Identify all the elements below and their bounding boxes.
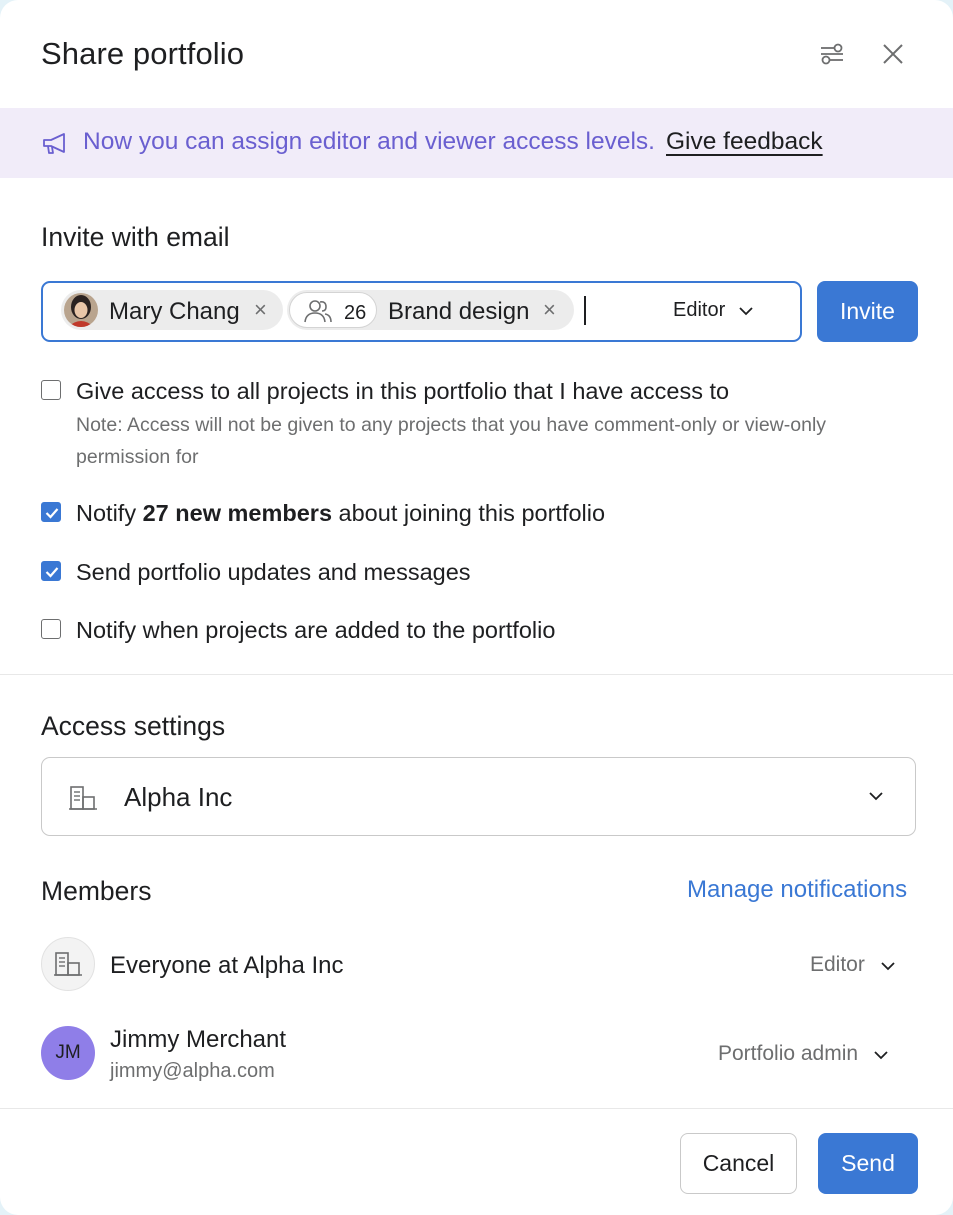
members-section-title: Members: [41, 876, 152, 906]
member-role-dropdown[interactable]: Editor: [810, 953, 895, 977]
member-email: jimmy@alpha.com: [110, 1060, 275, 1082]
sliders-icon[interactable]: [816, 38, 848, 70]
member-name: Everyone at Alpha Inc: [110, 952, 344, 979]
megaphone-icon: [42, 132, 70, 161]
access-value: Alpha Inc: [124, 782, 233, 812]
invite-section-title: Invite with email: [41, 222, 230, 252]
role-value: Editor: [673, 299, 726, 321]
option-label: Give access to all projects in this port…: [76, 378, 730, 404]
option-label: Send portfolio updates and messages: [76, 559, 471, 585]
member-role-value: Portfolio admin: [718, 1042, 859, 1065]
remove-token-icon[interactable]: ×: [543, 297, 556, 323]
role-dropdown[interactable]: Editor: [673, 299, 753, 322]
send-updates-checkbox[interactable]: [41, 561, 61, 581]
token-label: Mary Chang: [109, 298, 240, 325]
access-section-title: Access settings: [41, 711, 226, 741]
invite-token-person[interactable]: Mary Chang ×: [61, 290, 283, 330]
divider: [0, 1108, 953, 1109]
chevron-down-icon: [739, 299, 753, 322]
dialog-title: Share portfolio: [41, 36, 245, 71]
share-portfolio-dialog: Share portfolio Now you can assign edito…: [0, 0, 953, 1215]
team-member-count: 26: [344, 302, 367, 324]
building-icon: [69, 785, 97, 816]
manage-notifications-link[interactable]: Manage notifications: [687, 876, 907, 904]
option-label: Notify when projects are added to the po…: [76, 617, 556, 643]
divider: [0, 674, 953, 675]
cancel-button[interactable]: Cancel: [680, 1133, 797, 1194]
invite-button[interactable]: Invite: [817, 281, 918, 342]
token-label: Brand design: [388, 298, 530, 325]
option-label: Notify 27 new members about joining this…: [76, 500, 606, 526]
avatar: JM: [41, 1026, 95, 1080]
team-icon: [303, 299, 333, 330]
chevron-down-icon: [868, 788, 884, 806]
text-cursor: [584, 296, 586, 325]
building-icon: [41, 937, 95, 991]
dialog-header: Share portfolio: [41, 0, 953, 108]
member-role-value: Editor: [810, 953, 865, 976]
member-role-dropdown[interactable]: Portfolio admin: [718, 1042, 888, 1066]
access-dropdown[interactable]: Alpha Inc: [41, 757, 916, 836]
all-projects-checkbox[interactable]: [41, 380, 61, 400]
invite-input[interactable]: Mary Chang × 26 Brand design × Editor: [41, 281, 802, 342]
team-count-badge: 26: [289, 292, 377, 328]
member-name: Jimmy Merchant: [110, 1026, 287, 1053]
give-feedback-link[interactable]: Give feedback: [666, 128, 823, 156]
feature-banner: Now you can assign editor and viewer acc…: [0, 108, 953, 178]
notify-members-checkbox[interactable]: [41, 502, 61, 522]
option-note: Note: Access will not be given to any pr…: [76, 414, 827, 468]
invite-token-team[interactable]: 26 Brand design ×: [287, 290, 574, 330]
close-icon[interactable]: [877, 38, 909, 70]
notify-projects-checkbox[interactable]: [41, 619, 61, 639]
banner-text: Now you can assign editor and viewer acc…: [83, 128, 655, 155]
avatar: [64, 293, 98, 327]
chevron-down-icon: [881, 953, 895, 977]
chevron-down-icon: [874, 1042, 888, 1066]
send-button[interactable]: Send: [818, 1133, 918, 1194]
remove-token-icon[interactable]: ×: [254, 297, 267, 323]
